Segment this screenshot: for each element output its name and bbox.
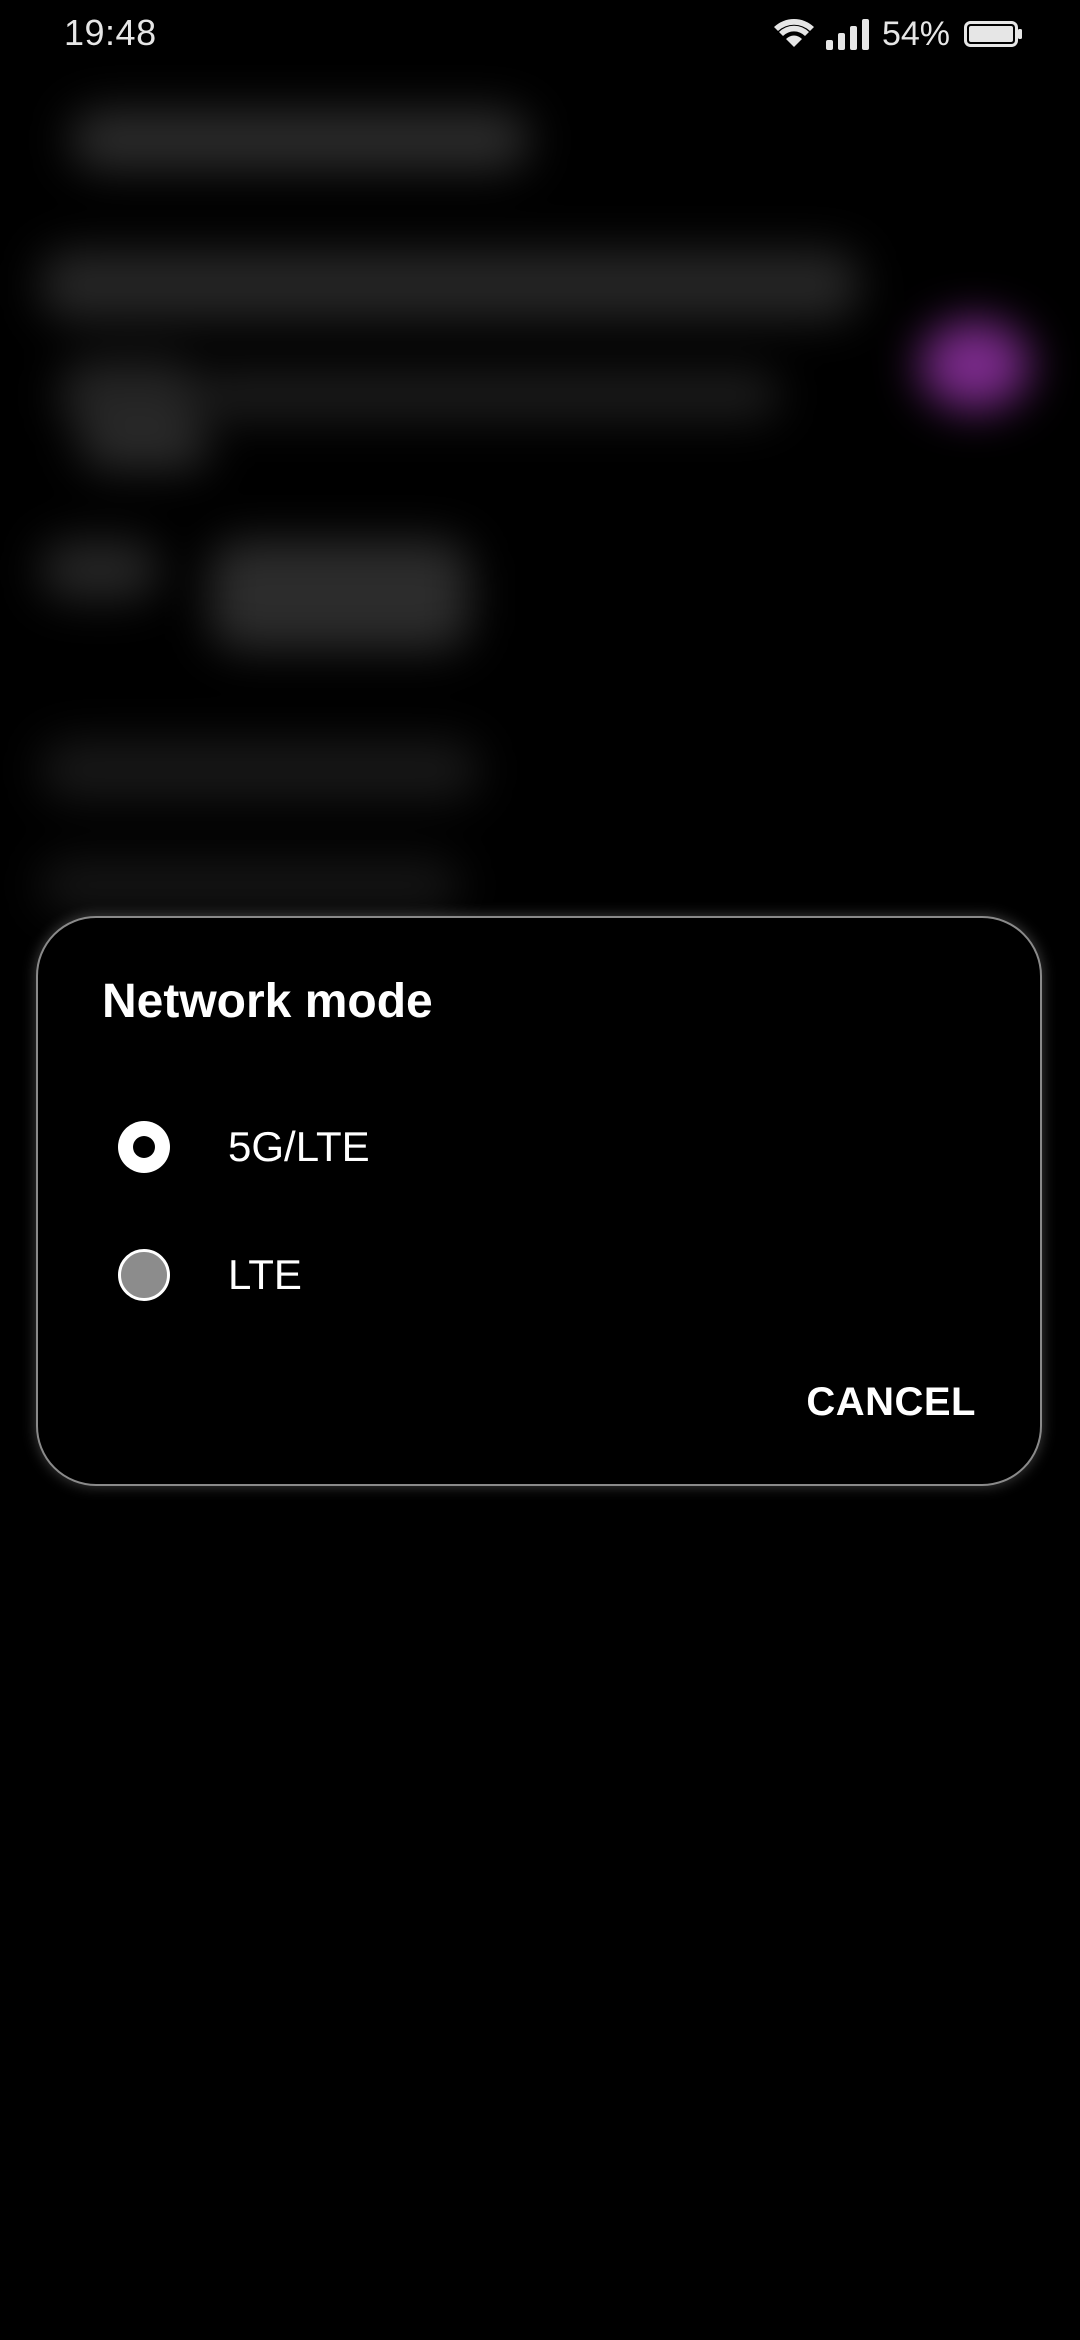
option-label: LTE: [228, 1251, 302, 1298]
status-time: 19:48: [64, 12, 157, 53]
cellular-signal-icon: [824, 18, 872, 50]
option-5g-lte[interactable]: 5G/LTE: [38, 1092, 1040, 1202]
radio-button-unselected[interactable]: [118, 1249, 170, 1301]
network-mode-dialog: Network mode 5G/LTE LTE CANCEL: [36, 916, 1042, 1486]
battery-icon: [964, 20, 1024, 48]
status-icons: 54%: [772, 14, 1024, 54]
wifi-icon: [772, 17, 816, 51]
cancel-button[interactable]: CANCEL: [806, 1380, 976, 1425]
radio-button-selected[interactable]: [118, 1121, 170, 1173]
option-lte[interactable]: LTE: [38, 1220, 1040, 1330]
screen: 19:48 54% Network mode 5G/LTE LTE CANCEL: [0, 0, 1080, 2340]
status-bar: 19:48 54%: [0, 0, 1080, 66]
battery-percent: 54%: [881, 14, 950, 53]
dialog-title: Network mode: [102, 975, 433, 1028]
option-label: 5G/LTE: [228, 1123, 370, 1170]
blurred-background: [0, 0, 1080, 1000]
